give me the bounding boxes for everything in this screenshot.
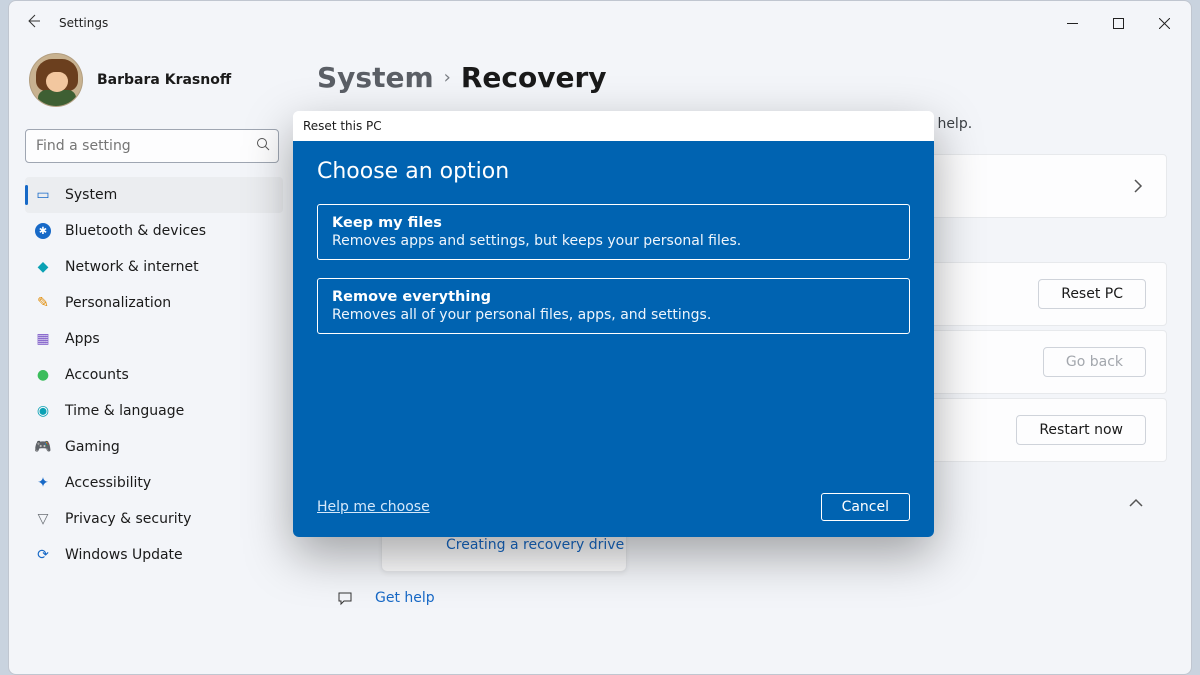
avatar: [29, 53, 83, 107]
globe-icon: ◉: [35, 403, 51, 419]
minimize-button[interactable]: [1049, 7, 1095, 39]
option-desc: Removes apps and settings, but keeps you…: [332, 233, 895, 249]
sidebar-item-network[interactable]: ◆ Network & internet: [25, 249, 283, 285]
sidebar-item-label: Accounts: [65, 367, 129, 383]
sidebar-item-label: Windows Update: [65, 547, 183, 563]
window-controls: [1049, 7, 1187, 39]
minimize-icon: [1067, 18, 1078, 29]
search-input[interactable]: [36, 138, 256, 154]
sidebar-item-label: Personalization: [65, 295, 171, 311]
sidebar: Barbara Krasnoff ▭ System ✱ Bluetooth & …: [9, 45, 291, 674]
option-desc: Removes all of your personal files, apps…: [332, 307, 895, 323]
help-me-choose-link[interactable]: Help me choose: [317, 499, 430, 515]
sidebar-item-accessibility[interactable]: ✦ Accessibility: [25, 465, 283, 501]
brush-icon: ✎: [35, 295, 51, 311]
maximize-icon: [1113, 18, 1124, 29]
sidebar-item-windows-update[interactable]: ⟳ Windows Update: [25, 537, 283, 573]
get-help-row: Get help: [317, 576, 1167, 606]
reset-pc-dialog: Reset this PC Choose an option Keep my f…: [293, 111, 934, 537]
chevron-right-icon: [1130, 178, 1146, 194]
dialog-heading: Choose an option: [317, 159, 910, 184]
close-button[interactable]: [1141, 7, 1187, 39]
sidebar-item-privacy[interactable]: ▽ Privacy & security: [25, 501, 283, 537]
sidebar-item-system[interactable]: ▭ System: [25, 177, 283, 213]
breadcrumb-parent[interactable]: System: [317, 61, 434, 94]
chevron-right-icon: ›: [444, 67, 451, 88]
breadcrumb-current: Recovery: [461, 61, 607, 94]
sidebar-item-time-language[interactable]: ◉ Time & language: [25, 393, 283, 429]
shield-icon: ▽: [35, 511, 51, 527]
option-remove-everything[interactable]: Remove everything Removes all of your pe…: [317, 278, 910, 334]
nav: ▭ System ✱ Bluetooth & devices ◆ Network…: [25, 177, 283, 573]
wifi-icon: ◆: [35, 259, 51, 275]
sidebar-item-label: Apps: [65, 331, 100, 347]
sidebar-item-label: Gaming: [65, 439, 120, 455]
option-keep-my-files[interactable]: Keep my files Removes apps and settings,…: [317, 204, 910, 260]
sidebar-item-label: Time & language: [65, 403, 184, 419]
sidebar-item-label: Bluetooth & devices: [65, 223, 206, 239]
breadcrumb: System › Recovery: [317, 61, 1167, 94]
reset-pc-button[interactable]: Reset PC: [1038, 279, 1146, 309]
profile-block[interactable]: Barbara Krasnoff: [25, 45, 283, 115]
back-arrow-icon: [25, 13, 41, 29]
settings-window: Settings Barbara Krasnoff ▭ System: [8, 0, 1192, 675]
cancel-button[interactable]: Cancel: [821, 493, 910, 521]
apps-icon: ▦: [35, 331, 51, 347]
sidebar-item-accounts[interactable]: ● Accounts: [25, 357, 283, 393]
bluetooth-icon: ✱: [35, 223, 51, 239]
sidebar-item-label: Accessibility: [65, 475, 151, 491]
update-icon: ⟳: [35, 547, 51, 563]
search-icon: [256, 137, 270, 155]
sidebar-item-bluetooth[interactable]: ✱ Bluetooth & devices: [25, 213, 283, 249]
chevron-up-icon: [1129, 496, 1143, 512]
sidebar-item-label: Network & internet: [65, 259, 199, 275]
system-icon: ▭: [35, 187, 51, 203]
dialog-title: Reset this PC: [293, 111, 934, 141]
back-button[interactable]: [13, 13, 53, 33]
sidebar-item-label: Privacy & security: [65, 511, 191, 527]
get-help-link[interactable]: Get help: [375, 590, 435, 606]
window-title: Settings: [59, 16, 108, 30]
chat-help-icon: [337, 590, 353, 606]
restart-now-button[interactable]: Restart now: [1016, 415, 1146, 445]
username: Barbara Krasnoff: [97, 72, 231, 88]
sidebar-item-personalization[interactable]: ✎ Personalization: [25, 285, 283, 321]
dialog-body: Choose an option Keep my files Removes a…: [293, 141, 934, 537]
gamepad-icon: 🎮: [35, 439, 51, 455]
search-box[interactable]: [25, 129, 279, 163]
go-back-button: Go back: [1043, 347, 1146, 377]
person-icon: ●: [35, 367, 51, 383]
sidebar-item-label: System: [65, 187, 117, 203]
close-icon: [1159, 18, 1170, 29]
option-title: Remove everything: [332, 289, 895, 305]
option-title: Keep my files: [332, 215, 895, 231]
maximize-button[interactable]: [1095, 7, 1141, 39]
sidebar-item-gaming[interactable]: 🎮 Gaming: [25, 429, 283, 465]
recovery-drive-link[interactable]: Creating a recovery drive: [446, 537, 624, 553]
accessibility-icon: ✦: [35, 475, 51, 491]
sidebar-item-apps[interactable]: ▦ Apps: [25, 321, 283, 357]
titlebar: Settings: [9, 1, 1191, 45]
dialog-footer: Help me choose Cancel: [317, 493, 910, 521]
